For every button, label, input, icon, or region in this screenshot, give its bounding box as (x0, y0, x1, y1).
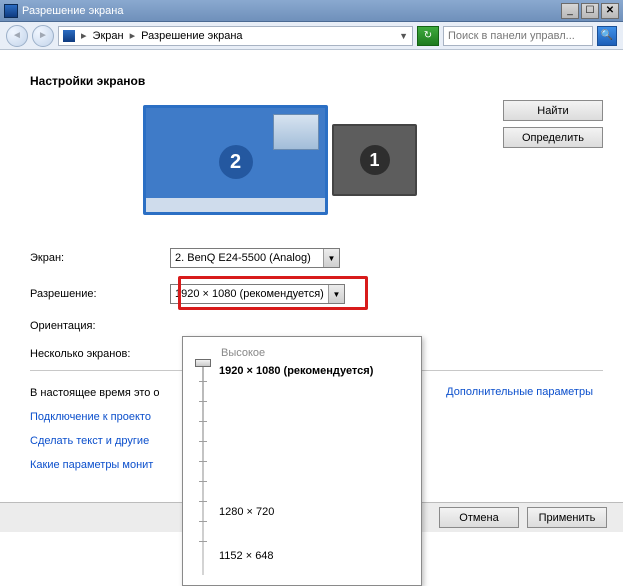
breadcrumb-sep: ▸ (130, 29, 136, 42)
resolution-select-value: 1920 × 1080 (рекомендуется) (175, 288, 324, 300)
forward-button[interactable]: ► (32, 25, 54, 47)
taskbar-preview (146, 198, 325, 212)
close-button[interactable]: ✕ (601, 3, 619, 19)
resolution-option-1920[interactable]: 1920 × 1080 (рекомендуется) (219, 365, 373, 377)
page-heading: Настройки экранов (30, 74, 603, 88)
resolution-option-1152[interactable]: 1152 × 648 (219, 550, 373, 562)
resolution-select[interactable]: 1920 × 1080 (рекомендуется) ▼ (170, 284, 345, 304)
title-bar: Разрешение экрана _ ☐ ✕ (0, 0, 623, 22)
resolution-dropdown-popup: Высокое 1920 × 1080 (рекомендуется) 1280… (182, 336, 422, 586)
resolution-slider-track[interactable] (202, 361, 204, 575)
monitor-number-2: 2 (219, 145, 253, 179)
resolution-label: Разрешение: (30, 288, 170, 300)
refresh-button[interactable]: ↻ (417, 26, 439, 46)
chevron-down-icon[interactable]: ▼ (328, 285, 344, 303)
orientation-label: Ориентация: (30, 320, 170, 332)
nav-bar: ◄ ► ▸ Экран ▸ Разрешение экрана ▼ ↻ Поис… (0, 22, 623, 50)
back-button[interactable]: ◄ (6, 25, 28, 47)
apply-button[interactable]: Применить (527, 507, 607, 528)
search-go-button[interactable]: 🔍 (597, 26, 617, 46)
minimize-button[interactable]: _ (561, 3, 579, 19)
search-input[interactable]: Поиск в панели управл... (443, 26, 593, 46)
search-placeholder: Поиск в панели управл... (448, 30, 588, 42)
display-select[interactable]: 2. BenQ E24-5500 (Analog) ▼ (170, 248, 340, 268)
find-button[interactable]: Найти (503, 100, 603, 121)
window-title: Разрешение экрана (22, 5, 561, 17)
multiple-displays-label: Несколько экранов: (30, 348, 190, 360)
breadcrumb-item-resolution[interactable]: Разрешение экрана (141, 30, 242, 42)
content-area: Настройки экранов 2 1 Найти Определить Э… (0, 50, 623, 502)
app-icon (4, 4, 18, 18)
maximize-button[interactable]: ☐ (581, 3, 599, 19)
chevron-down-icon[interactable]: ▼ (399, 31, 408, 41)
display-icon (63, 30, 75, 42)
breadcrumb-sep: ▸ (81, 29, 87, 42)
cancel-button[interactable]: Отмена (439, 507, 519, 528)
wallpaper-preview (273, 114, 319, 150)
address-bar[interactable]: ▸ Экран ▸ Разрешение экрана ▼ (58, 26, 413, 46)
monitor-1[interactable]: 1 (332, 124, 417, 196)
display-select-value: 2. BenQ E24-5500 (Analog) (175, 252, 311, 264)
identify-button[interactable]: Определить (503, 127, 603, 148)
resolution-slider-thumb[interactable] (195, 359, 211, 367)
breadcrumb-item-screen[interactable]: Экран (93, 30, 124, 42)
monitor-number-1: 1 (360, 145, 390, 175)
monitor-arrangement[interactable]: 2 1 (120, 100, 440, 220)
resolution-option-1280[interactable]: 1280 × 720 (219, 506, 373, 518)
monitor-2[interactable]: 2 (143, 105, 328, 215)
display-label: Экран: (30, 252, 170, 264)
advanced-settings-link[interactable]: Дополнительные параметры (446, 386, 593, 398)
chevron-down-icon[interactable]: ▼ (323, 249, 339, 267)
resolution-high-label: Высокое (221, 347, 413, 359)
